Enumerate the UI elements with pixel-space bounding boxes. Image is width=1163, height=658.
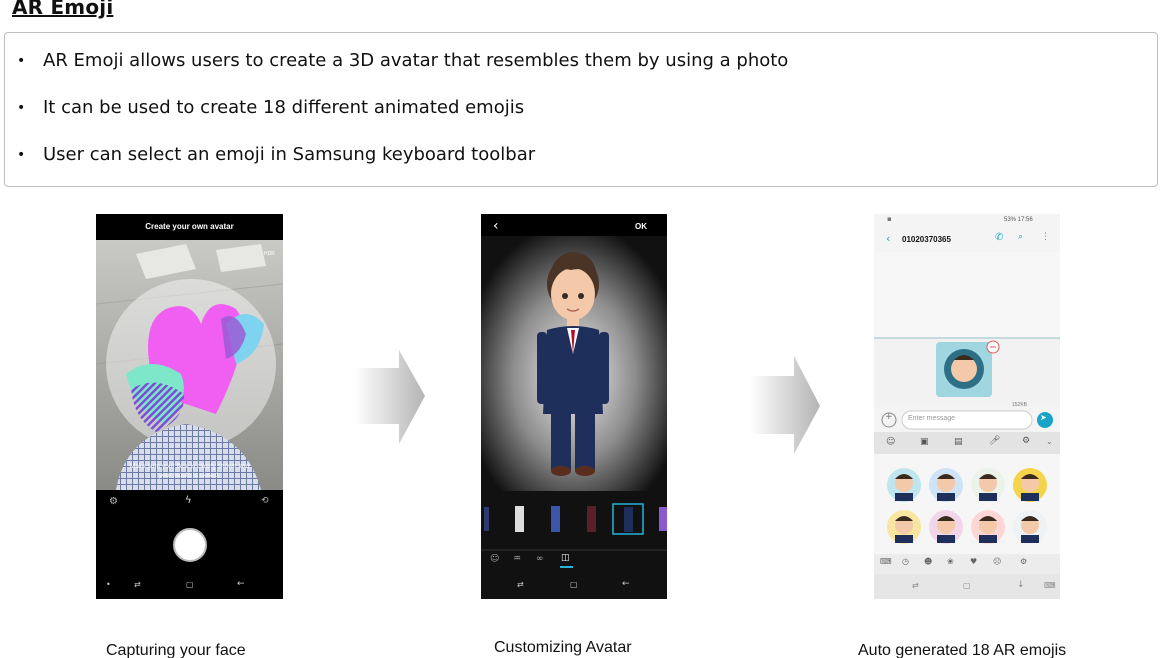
bullet-item: • AR Emoji allows users to create a 3D a… — [17, 50, 788, 71]
settings-icon[interactable]: ⚙ — [109, 496, 118, 507]
gallery-icon: ▪ — [887, 215, 892, 223]
back-icon[interactable]: ← — [237, 579, 245, 589]
hair-tab-icon[interactable]: ♒ — [513, 554, 521, 564]
recent-apps-icon[interactable]: ⇄ — [517, 580, 524, 589]
bullet-text: User can select an emoji in Samsung keyb… — [43, 144, 536, 165]
recent-apps-icon[interactable]: ⇄ — [912, 581, 919, 590]
sticker-category-icon[interactable]: ❀ — [947, 557, 954, 566]
hdr-badge[interactable]: HDR — [264, 251, 275, 257]
bullet-item: • It can be used to create 18 different … — [17, 97, 524, 118]
bullet-marker: • — [17, 52, 26, 69]
messaging-screen: ▪ 53% 17:56 ‹ 01020370365 ✆ ⌕ ⋮ 152KB + … — [874, 214, 1060, 599]
capture-hint-line: your mouth is closed. — [158, 472, 221, 479]
capture-header: Create your own avatar — [145, 222, 234, 231]
emoji-tab-icon[interactable]: ☺ — [886, 437, 895, 447]
outfit-tab-icon[interactable]: ◫ — [561, 553, 570, 563]
more-icon[interactable]: ⋮ — [1041, 232, 1050, 242]
message-input[interactable]: Enter message — [908, 415, 1018, 422]
flow-arrow-icon — [750, 356, 820, 454]
nav-dot-icon[interactable]: • — [106, 580, 111, 589]
capture-hint: Make sure your face is clearly shown and… — [106, 462, 273, 480]
caption-customize: Customizing Avatar — [494, 639, 632, 656]
attachment-size: 152KB — [1012, 402, 1028, 408]
bullet-list: • AR Emoji allows users to create a 3D a… — [4, 32, 1158, 187]
home-icon[interactable]: ▢ — [570, 580, 578, 589]
face-category-icon[interactable]: ☹ — [993, 557, 1001, 566]
switch-camera-icon[interactable]: ⟲ — [261, 496, 269, 506]
flash-off-icon[interactable]: ϟ — [185, 495, 192, 506]
recent-apps-icon[interactable]: ⇄ — [134, 580, 141, 589]
flow-arrow-icon — [355, 350, 425, 444]
add-attachment-icon[interactable]: + — [885, 412, 893, 422]
keyboard-settings-icon[interactable]: ⚙ — [1022, 436, 1030, 446]
keyboard-switch-icon[interactable]: ⌨ — [1044, 581, 1056, 590]
caption-capture: Capturing your face — [106, 642, 246, 658]
collapse-icon[interactable]: ⌄ — [1046, 437, 1053, 446]
customize-screen-art — [481, 236, 667, 599]
capture-screen: Create your own avatar HDR Make sure you… — [96, 214, 283, 599]
mic-icon[interactable]: 🎤︎ — [989, 436, 1000, 446]
gif-tab-icon[interactable]: ▤ — [954, 437, 963, 447]
sticker-tab-icon[interactable]: ▣ — [920, 437, 929, 447]
home-icon[interactable]: ▢ — [963, 581, 971, 590]
messaging-screen-art — [874, 214, 1060, 599]
heart-category-icon[interactable]: ♥ — [970, 557, 977, 566]
bullet-text: It can be used to create 18 different an… — [43, 97, 525, 118]
send-icon[interactable]: ➤ — [1040, 413, 1047, 422]
glasses-tab-icon[interactable]: ∞ — [536, 554, 544, 564]
message-input-placeholder: Enter message — [908, 415, 956, 422]
shutter-button[interactable] — [174, 529, 206, 561]
customize-screen: ‹ OK ☺ ♒ ∞ ◫ ⇄ ▢ ← — [481, 214, 667, 599]
bullet-text: AR Emoji allows users to create a 3D ava… — [43, 50, 789, 71]
page-title: AR Emoji — [12, 0, 114, 19]
face-tab-icon[interactable]: ☺ — [490, 554, 499, 564]
contact-number: 01020370365 — [902, 235, 951, 244]
ok-button[interactable]: OK — [635, 222, 647, 231]
status-bar: 53% 17:56 — [1004, 217, 1033, 223]
emoji-settings-icon[interactable]: ⚙ — [1020, 557, 1027, 566]
home-icon[interactable]: ▢ — [186, 580, 194, 589]
capture-hint-line: Make sure your face is clearly shown and — [129, 463, 250, 470]
bullet-marker: • — [17, 146, 26, 163]
bullet-marker: • — [17, 99, 26, 116]
caption-auto-generated: Auto generated 18 AR emojis — [858, 642, 1067, 658]
back-icon[interactable]: ‹ — [886, 232, 890, 245]
bullet-item: • User can select an emoji in Samsung ke… — [17, 144, 535, 165]
phone-icon[interactable]: ✆ — [995, 232, 1003, 243]
keyboard-icon[interactable]: ⌨ — [880, 557, 892, 566]
recent-icon[interactable]: ◷ — [902, 557, 909, 566]
search-icon[interactable]: ⌕ — [1018, 232, 1023, 242]
back-nav-icon[interactable]: ← — [622, 579, 630, 589]
ar-emoji-tab-icon[interactable]: ☻ — [924, 557, 932, 566]
back-icon[interactable]: ‹ — [493, 218, 499, 234]
hide-keyboard-icon[interactable]: ↓ — [1017, 580, 1025, 590]
